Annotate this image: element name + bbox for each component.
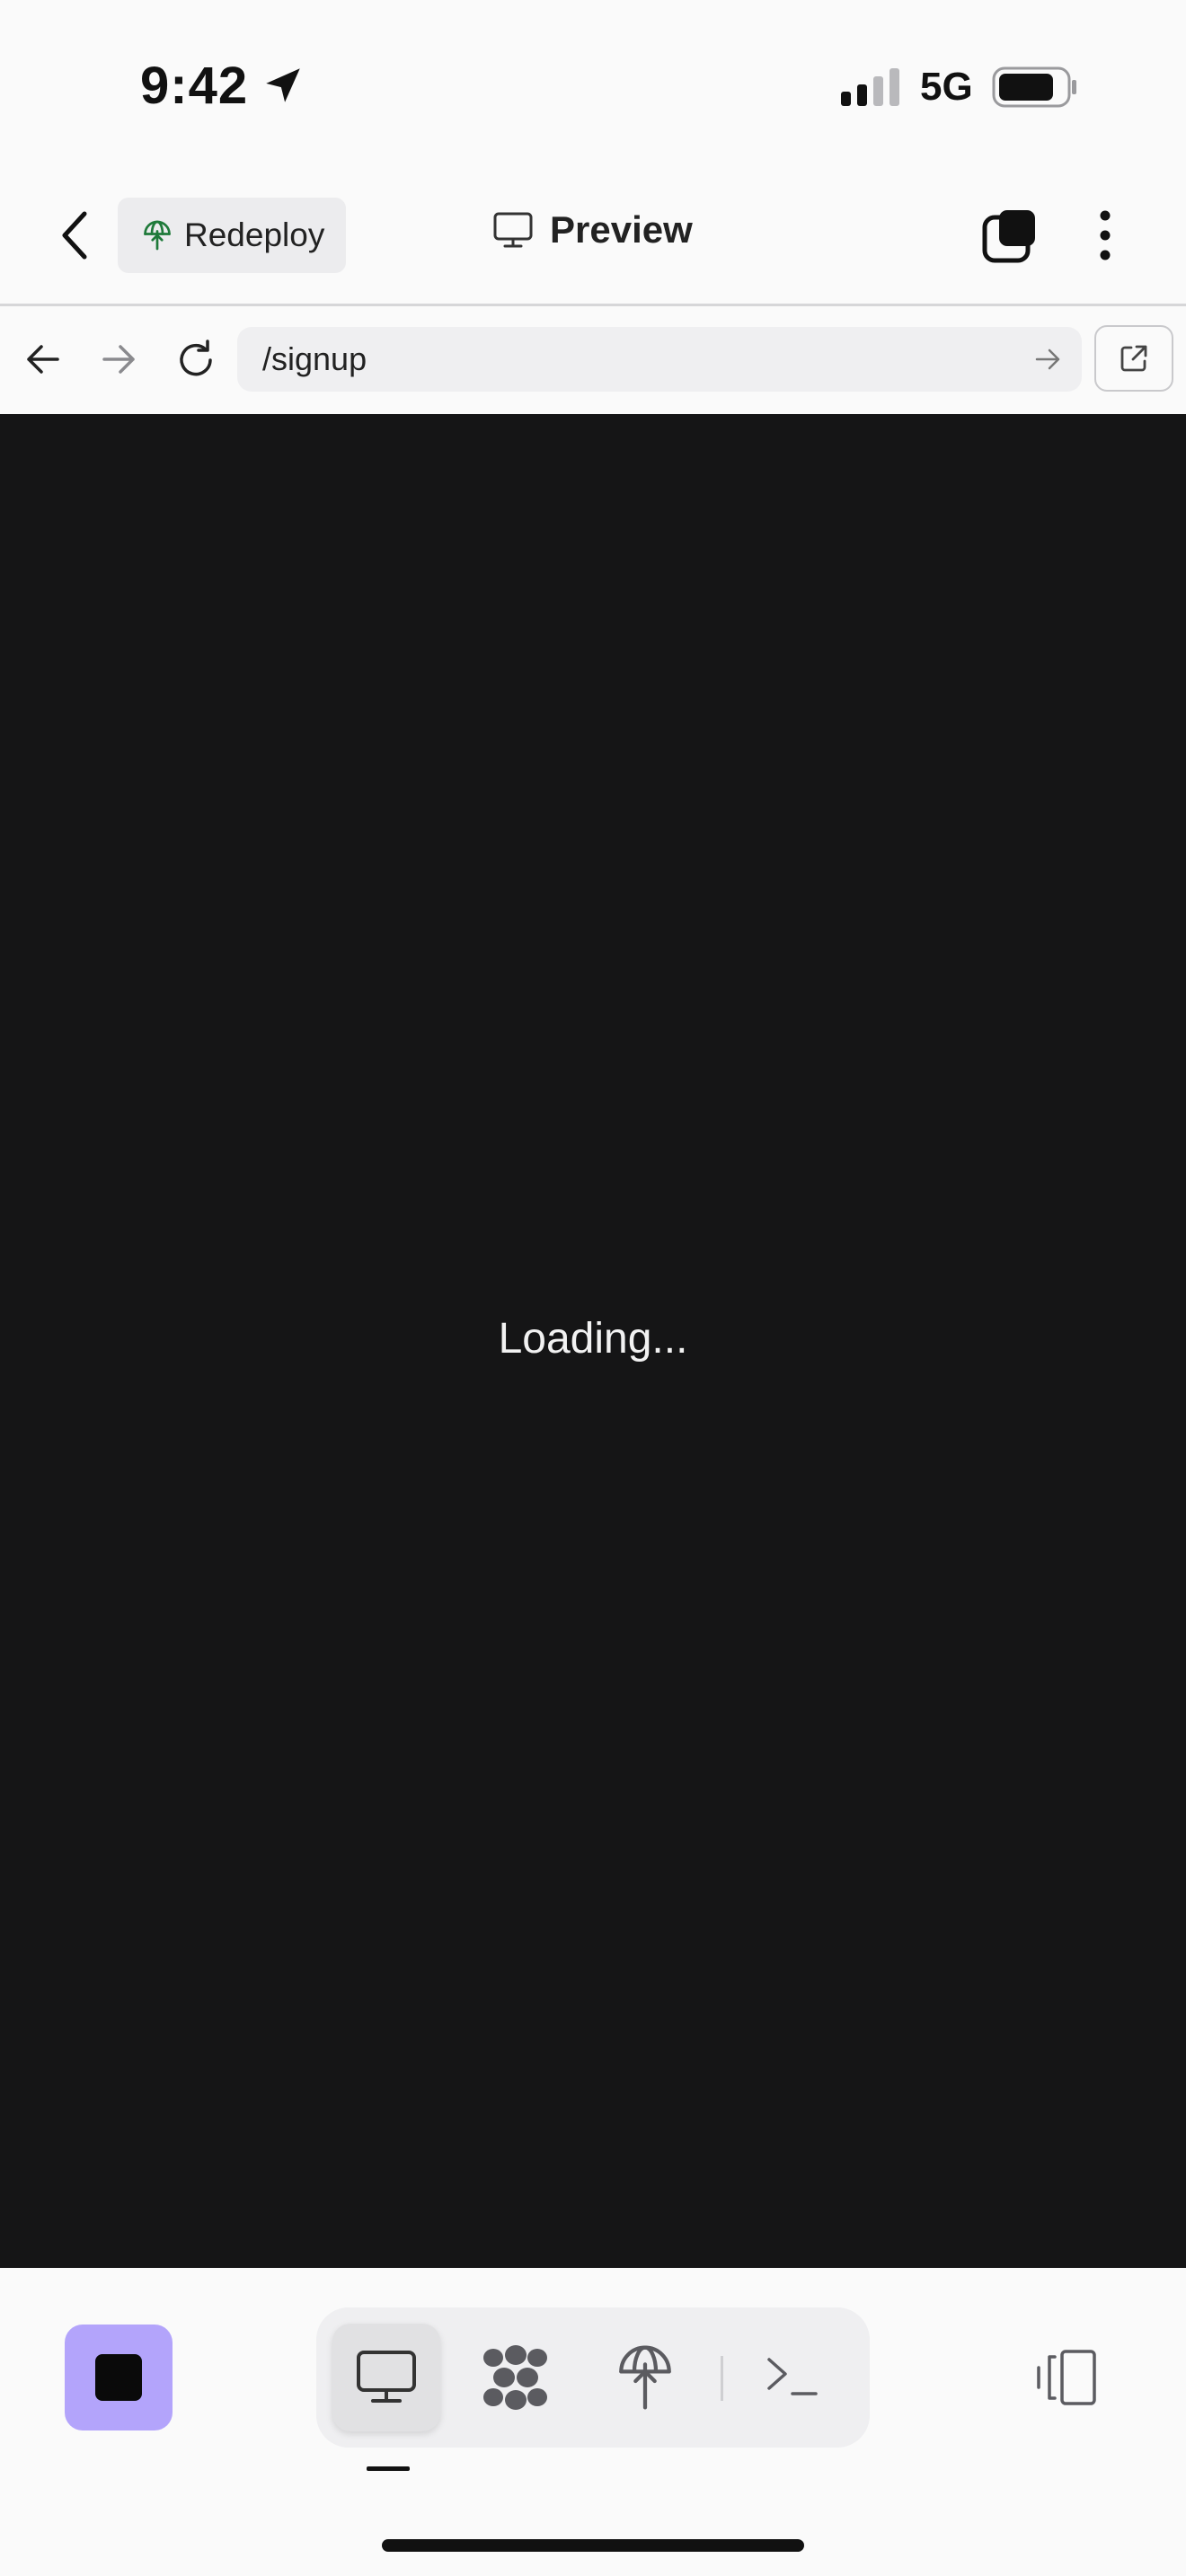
terminal-icon: [767, 2358, 818, 2395]
tab-packager[interactable]: [462, 2324, 570, 2431]
device-frame-icon: [1037, 2350, 1096, 2405]
page-title-label: Preview: [550, 208, 693, 251]
go-button[interactable]: [1033, 347, 1062, 372]
tabs-button[interactable]: [981, 207, 1039, 264]
header-divider: [0, 304, 1186, 306]
signal-icon: [841, 68, 902, 106]
tab-separator: [721, 2356, 723, 2401]
active-tab-indicator: [367, 2466, 410, 2471]
arrow-right-icon: [102, 345, 135, 374]
loading-text: Loading...: [498, 1315, 688, 1363]
status-time: 9:42: [140, 57, 249, 115]
redeploy-button[interactable]: Redeploy: [118, 198, 346, 273]
nav-back-button[interactable]: [23, 341, 63, 377]
chevron-left-icon: [62, 211, 87, 260]
battery-icon: [992, 66, 1078, 108]
home-indicator: [382, 2539, 804, 2552]
monitor-icon: [492, 211, 534, 249]
external-link-icon: [1120, 345, 1147, 372]
page-title: Preview: [492, 208, 693, 251]
url-input[interactable]: /signup: [237, 327, 1082, 392]
arrow-right-icon: [1035, 348, 1060, 370]
open-external-button[interactable]: [1094, 325, 1173, 392]
tab-preview[interactable]: [332, 2324, 440, 2431]
device-frame-button[interactable]: [1035, 2350, 1100, 2405]
tabs-icon: [982, 210, 1035, 263]
stop-button[interactable]: [65, 2325, 173, 2430]
deploy-icon: [141, 219, 173, 251]
back-button[interactable]: [50, 207, 101, 264]
arrow-left-icon: [27, 345, 59, 374]
network-type: 5G: [920, 65, 973, 109]
redeploy-label: Redeploy: [184, 216, 325, 253]
reload-icon: [180, 340, 212, 376]
nav-forward-button[interactable]: [99, 341, 138, 377]
deploy-icon: [619, 2345, 671, 2410]
url-text: /signup: [262, 340, 367, 377]
dots-cluster-icon: [483, 2345, 547, 2410]
location-arrow-icon: [261, 63, 305, 108]
stop-icon: [95, 2354, 142, 2401]
bottom-tab-group: [316, 2307, 870, 2448]
more-options-button[interactable]: [1089, 208, 1121, 262]
monitor-icon: [357, 2351, 416, 2403]
tab-console[interactable]: [739, 2324, 846, 2431]
more-vertical-icon: [1100, 210, 1111, 260]
tab-deploy[interactable]: [591, 2324, 699, 2431]
reload-button[interactable]: [173, 338, 218, 383]
